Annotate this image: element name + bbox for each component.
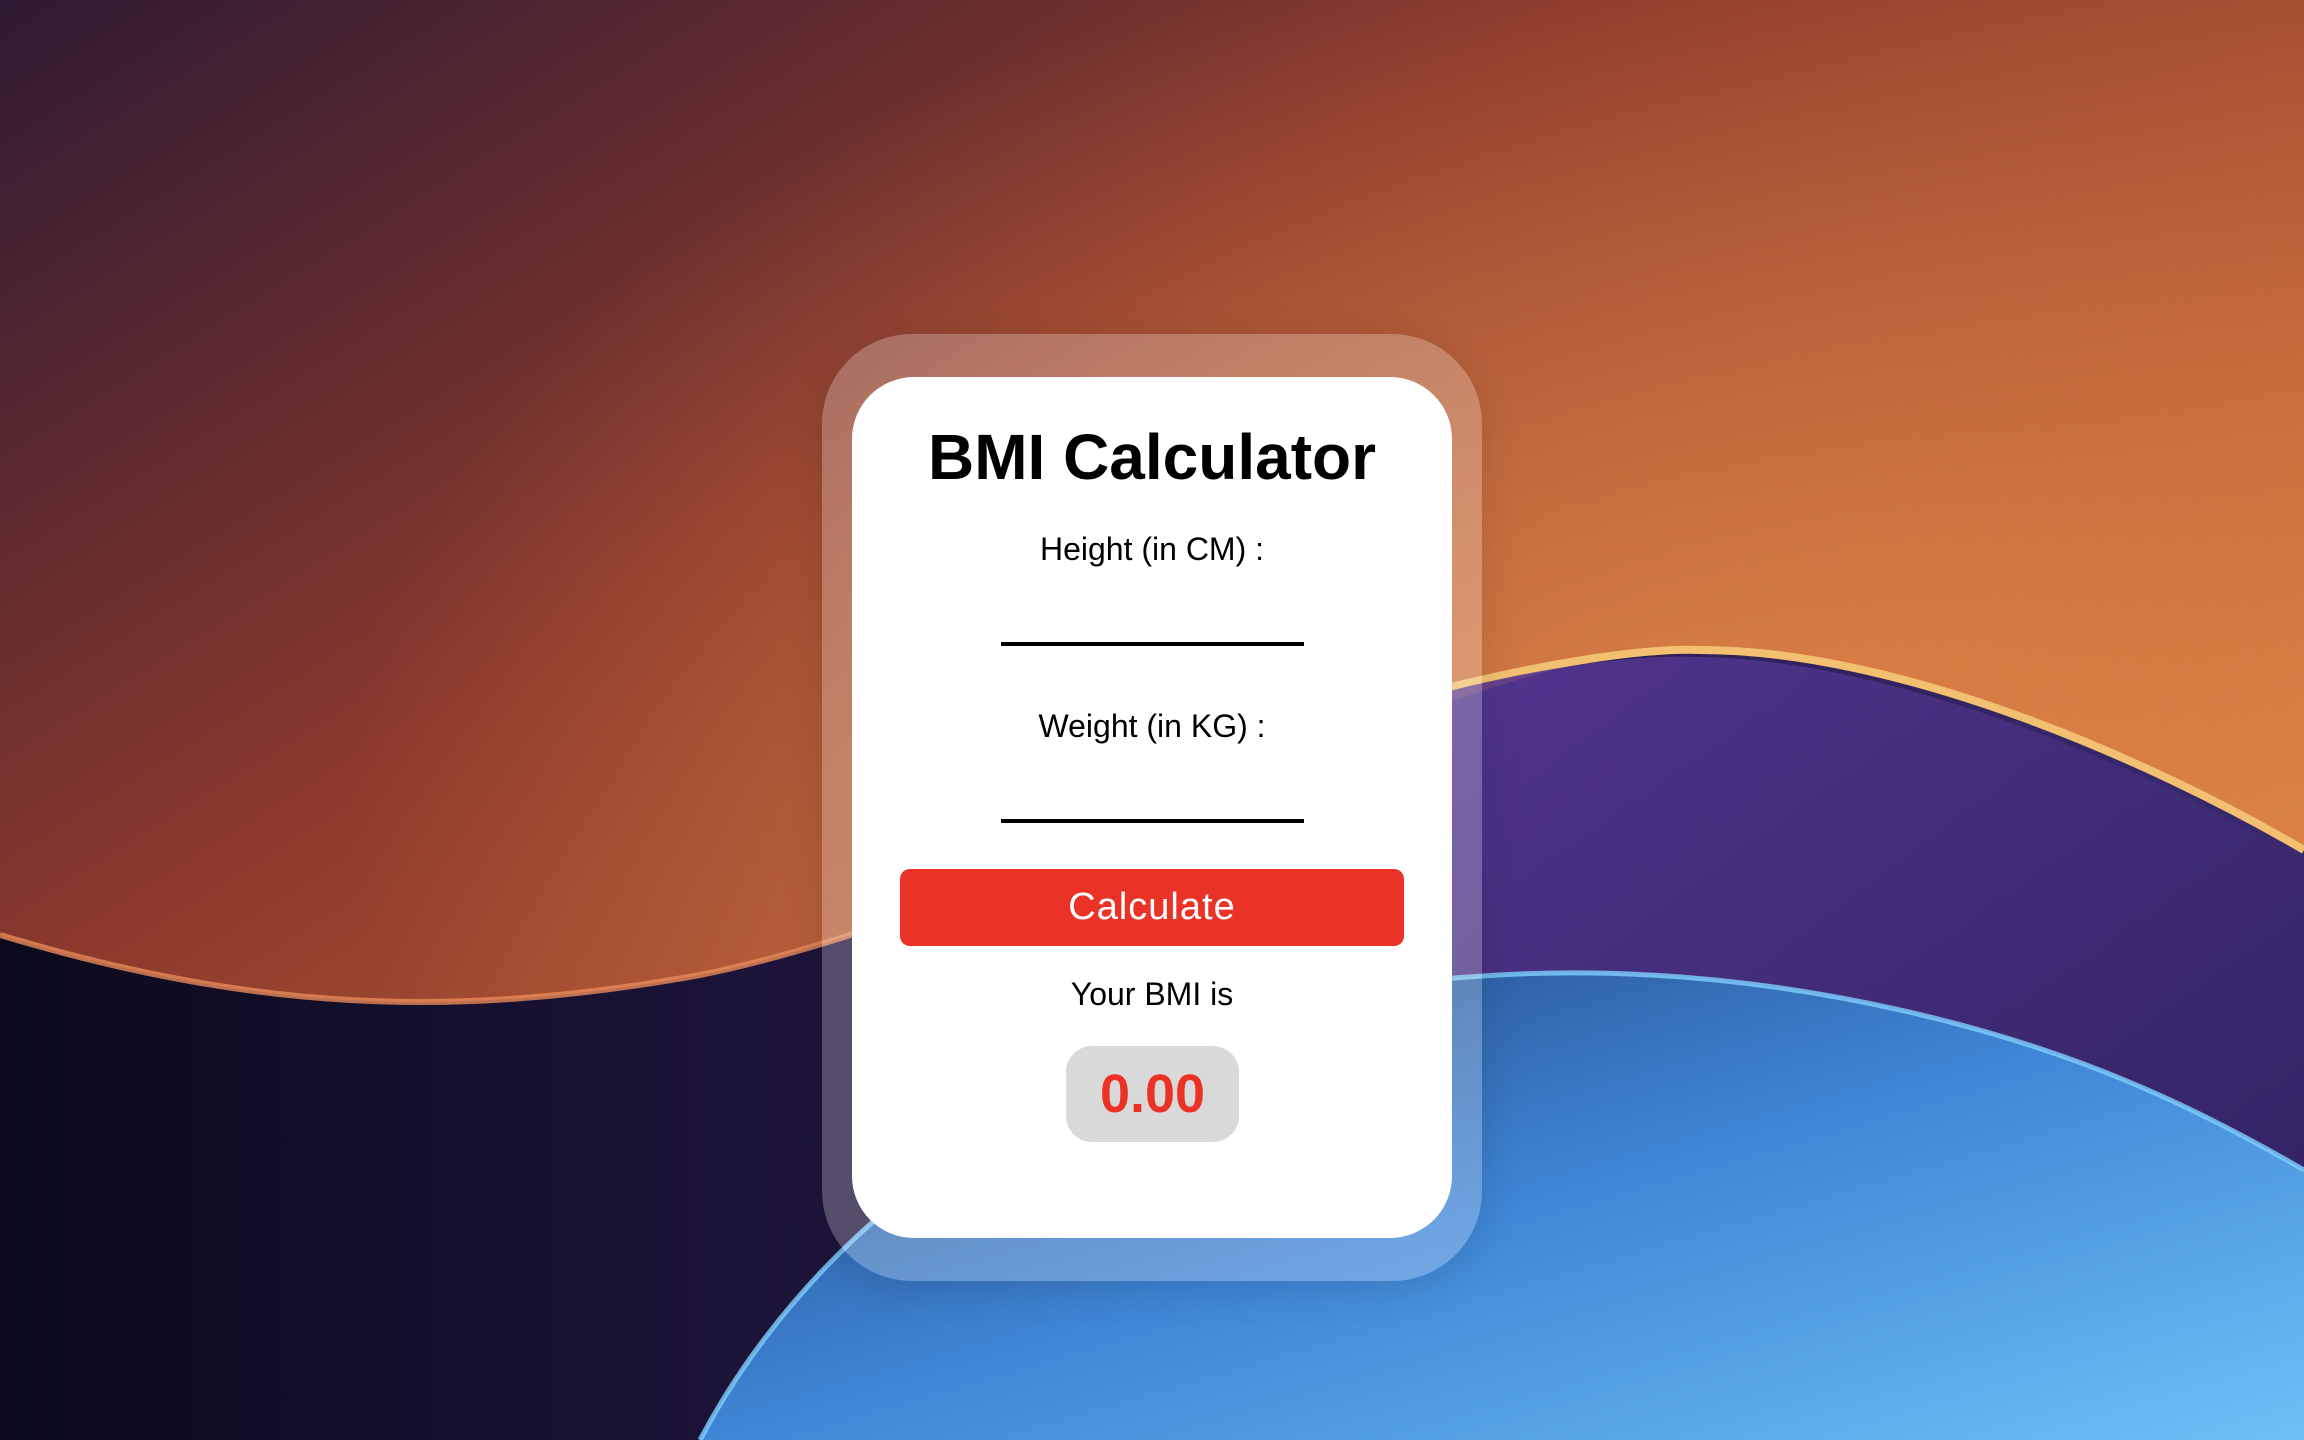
page-title: BMI Calculator <box>927 421 1377 493</box>
height-label: Height (in CM) : <box>1039 531 1265 567</box>
bmi-calculator-card: BMI Calculator Height (in CM) : Weight (… <box>852 377 1452 1238</box>
calculate-button[interactable]: Calculate <box>900 869 1404 946</box>
weight-input[interactable] <box>1001 779 1304 823</box>
weight-label: Weight (in KG) : <box>1038 708 1266 744</box>
bmi-result-value: 0.00 <box>1066 1046 1239 1142</box>
height-input[interactable] <box>1001 602 1304 646</box>
result-label: Your BMI is <box>1070 976 1234 1012</box>
